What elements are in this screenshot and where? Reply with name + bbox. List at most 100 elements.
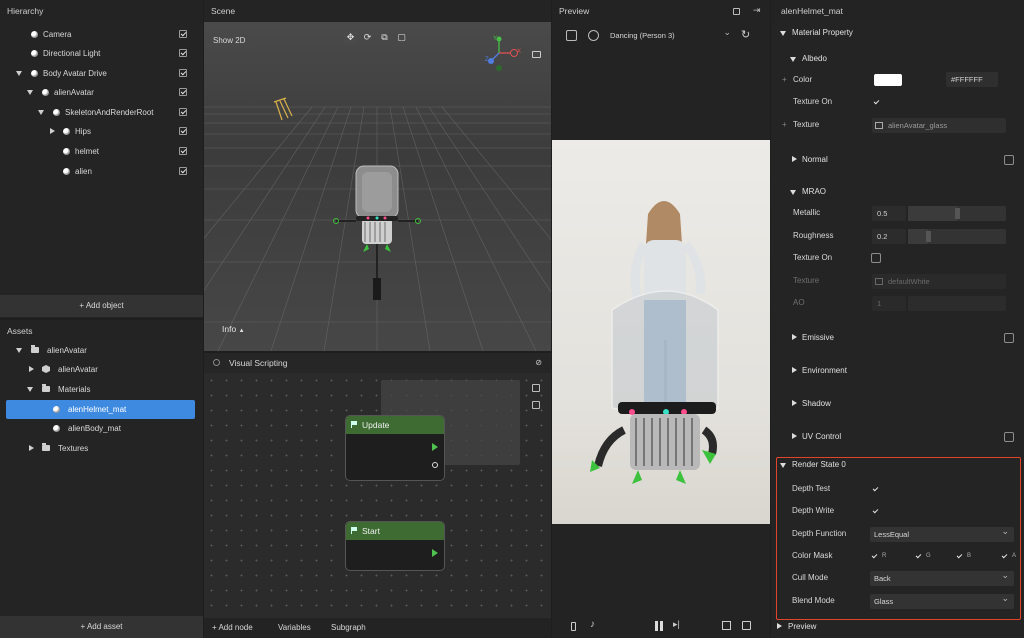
emissive-section[interactable]: Emissive (771, 328, 1024, 348)
start-node[interactable]: Start (345, 521, 445, 571)
exec-output-port[interactable] (432, 443, 438, 451)
normal-section[interactable]: Normal (771, 150, 1024, 170)
depth-write-checkbox[interactable] (871, 507, 879, 515)
fit-view-icon[interactable] (532, 384, 540, 392)
hierarchy-item-directional-light[interactable]: Directional Light (0, 44, 203, 63)
section-label: UV Control (802, 432, 842, 441)
mask-g-checkbox[interactable] (914, 552, 922, 560)
add-icon[interactable]: + (782, 70, 787, 90)
camera-icon[interactable] (532, 51, 541, 58)
info-toggle[interactable]: Info ▲ (222, 324, 245, 334)
color-swatch[interactable] (874, 74, 902, 86)
visibility-checkbox[interactable] (179, 69, 187, 77)
hierarchy-item-camera[interactable]: Camera (0, 25, 203, 44)
blend-mode-select[interactable]: Glass (870, 591, 1014, 609)
add-icon[interactable]: + (782, 115, 787, 135)
roughness-slider[interactable] (908, 229, 1006, 244)
metallic-value[interactable]: 0.5 (872, 206, 906, 221)
show-2d-toggle[interactable]: Show 2D (213, 36, 245, 45)
preview-mode-icon[interactable] (566, 30, 577, 41)
roughness-value[interactable]: 0.2 (872, 229, 906, 244)
exec-output-port[interactable] (432, 549, 438, 557)
environment-section[interactable]: Environment (771, 361, 1024, 381)
dock-icon[interactable]: ⇥ (753, 5, 761, 16)
expand-icon[interactable] (742, 621, 751, 630)
mrao-texture-on-checkbox[interactable] (871, 253, 881, 263)
mrao-section[interactable]: MRAO (771, 182, 1024, 202)
popout-icon[interactable] (733, 8, 740, 15)
asset-material-helmet[interactable]: alenHelmet_mat (6, 400, 195, 419)
hierarchy-item-body-avatar-drive[interactable]: Body Avatar Drive (0, 64, 203, 83)
color-hex-field[interactable]: #FFFFFF (946, 72, 998, 87)
visibility-checkbox[interactable] (179, 108, 187, 116)
depth-function-select[interactable]: LessEqual (870, 524, 1014, 542)
collapsed-arrow-icon[interactable] (29, 366, 34, 372)
add-object-button[interactable]: + Add object (0, 295, 203, 317)
crop-icon[interactable] (722, 621, 731, 630)
depth-test-checkbox[interactable] (871, 485, 879, 493)
object-icon (63, 168, 70, 175)
asset-material-body[interactable]: alienBody_mat (0, 419, 203, 438)
hierarchy-item-alien[interactable]: alien (0, 162, 203, 181)
clock-icon[interactable] (588, 30, 599, 41)
metallic-slider[interactable] (908, 206, 1006, 221)
scene-viewport[interactable]: Show 2D Y X Z Info ▲ (204, 22, 551, 351)
step-forward-icon[interactable]: ▸| (673, 619, 680, 630)
expand-arrow-icon[interactable] (16, 348, 22, 353)
value-output-port[interactable] (432, 462, 438, 468)
visibility-checkbox[interactable] (179, 88, 187, 96)
visibility-checkbox[interactable] (179, 147, 187, 155)
visibility-checkbox[interactable] (179, 49, 187, 57)
hierarchy-item-skeleton-root[interactable]: SkeletonAndRenderRoot (0, 103, 203, 122)
refresh-icon[interactable]: ↻ (741, 28, 750, 41)
add-asset-button[interactable]: + Add asset (0, 616, 203, 638)
albedo-section[interactable]: Albedo (771, 49, 1024, 69)
normal-enable-checkbox[interactable] (1004, 155, 1014, 165)
shadow-section[interactable]: Shadow (771, 394, 1024, 414)
tiktok-icon[interactable]: ♪ (590, 619, 595, 630)
rect-tool-icon[interactable]: ▢ (395, 31, 408, 44)
expand-arrow-icon[interactable] (16, 71, 22, 76)
hierarchy-item-helmet[interactable]: helmet (0, 142, 203, 161)
asset-folder-alienavatar[interactable]: alienAvatar (0, 341, 203, 360)
expand-arrow-icon[interactable] (38, 110, 44, 115)
visibility-checkbox[interactable] (179, 167, 187, 175)
visibility-checkbox[interactable] (179, 127, 187, 135)
expand-arrow-icon[interactable] (27, 90, 33, 95)
mask-r-checkbox[interactable] (870, 552, 878, 560)
copy-icon[interactable] (532, 401, 540, 409)
render-state-section[interactable]: Render State 0 (771, 455, 1024, 475)
update-node[interactable]: Update (345, 415, 445, 481)
device-icon[interactable] (571, 622, 576, 631)
move-tool-icon[interactable]: ✥ (344, 31, 357, 44)
hierarchy-item-label: alienAvatar (54, 88, 94, 97)
uv-control-section[interactable]: UV Control (771, 427, 1024, 447)
animation-select[interactable]: Dancing (Person 3) (606, 25, 736, 43)
subgraph-tab[interactable]: Subgraph (331, 618, 366, 638)
asset-folder-textures[interactable]: Textures (0, 439, 203, 458)
hierarchy-item-alienavatar[interactable]: alienAvatar (0, 83, 203, 102)
scale-tool-icon[interactable]: ⧉ (378, 31, 391, 44)
mask-b-checkbox[interactable] (955, 552, 963, 560)
collapsed-arrow-icon[interactable] (50, 128, 55, 134)
add-node-button[interactable]: + Add node (212, 618, 253, 638)
material-property-section[interactable]: Material Property (771, 23, 1024, 43)
hierarchy-item-hips[interactable]: Hips (0, 122, 203, 141)
script-settings-icon[interactable]: ⊘ (535, 358, 542, 368)
visibility-checkbox[interactable] (179, 30, 187, 38)
texture-field[interactable]: alienAvatar_glass (872, 118, 1006, 133)
asset-model-alienavatar[interactable]: alienAvatar (0, 360, 203, 379)
pause-icon[interactable] (655, 621, 658, 631)
asset-folder-materials[interactable]: Materials (0, 380, 203, 399)
variables-tab[interactable]: Variables (278, 618, 311, 638)
cull-mode-select[interactable]: Back (870, 568, 1014, 586)
collapsed-arrow-icon[interactable] (29, 445, 34, 451)
texture-on-checkbox[interactable] (872, 98, 880, 106)
mask-a-checkbox[interactable] (1000, 552, 1008, 560)
collapsed-arrow-icon (792, 400, 797, 406)
expand-arrow-icon[interactable] (27, 387, 33, 392)
preview-section[interactable]: Preview (771, 617, 1024, 637)
emissive-enable-checkbox[interactable] (1004, 333, 1014, 343)
uv-control-enable-checkbox[interactable] (1004, 432, 1014, 442)
rotate-tool-icon[interactable]: ⟳ (361, 31, 374, 44)
